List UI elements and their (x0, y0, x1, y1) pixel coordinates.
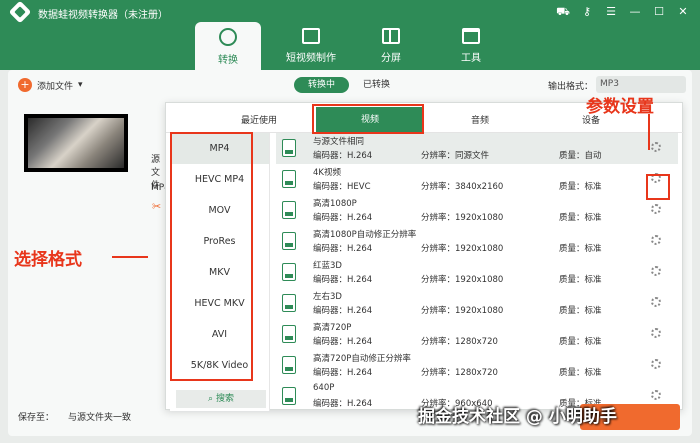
preset-file-icon (282, 170, 296, 188)
gear-icon[interactable] (651, 204, 661, 214)
format-arrow (112, 256, 148, 258)
param-arrow (648, 114, 650, 150)
tab-tools[interactable]: 工具 (431, 22, 511, 70)
gear-icon[interactable] (651, 328, 661, 338)
gear-highlight (646, 174, 670, 200)
format-list-highlight (170, 132, 253, 381)
search-icon: ⌕ (208, 394, 216, 404)
format-search-button[interactable]: ⌕ 搜索 (176, 390, 266, 408)
preset-row[interactable]: 高清720P自动修正分辨率 编码器：H.264 分辨率：1280x720 质量：… (276, 350, 678, 381)
plus-icon: + (18, 78, 32, 92)
main-tabs: 转换 短视频制作 分屏 工具 (195, 22, 511, 70)
param-annotation: 参数设置 (586, 97, 654, 117)
preset-row[interactable]: 高清1080P 编码器：H.264 分辨率：1920x1080 质量：标准 (276, 195, 678, 226)
preset-row[interactable]: 高清1080P自动修正分辨率 编码器：H.264 分辨率：1920x1080 质… (276, 226, 678, 257)
toolbox-icon (462, 28, 480, 44)
preset-file-icon (282, 294, 296, 312)
maximize-icon[interactable]: ☐ (652, 5, 666, 20)
preset-file-icon (282, 356, 296, 374)
converted-toggle[interactable]: 已转换 (349, 77, 404, 93)
status-toggle: 转换中 已转换 (294, 77, 404, 93)
film-icon (302, 28, 320, 44)
gear-icon[interactable] (651, 297, 661, 307)
tab-short-video[interactable]: 短视频制作 (271, 22, 351, 70)
preset-row[interactable]: 左右3D 编码器：H.264 分辨率：1920x1080 质量：标准 (276, 288, 678, 319)
preset-file-icon (282, 325, 296, 343)
preset-file-icon (282, 201, 296, 219)
convert-icon (219, 28, 237, 46)
video-tab-highlight (312, 104, 424, 134)
tab-recent[interactable]: 最近使用 (241, 113, 277, 126)
chevron-down-icon: ▾ (78, 80, 83, 90)
save-location: 保存至： 与源文件夹一致 (18, 410, 131, 423)
close-icon[interactable]: ✕ (676, 5, 690, 20)
file-item: 源文件 MP4 ✂ (18, 110, 170, 213)
key-icon[interactable]: ⚷ (580, 5, 594, 20)
gear-icon[interactable] (651, 359, 661, 369)
preset-row[interactable]: 高清720P 编码器：H.264 分辨率：1280x720 质量：标准 (276, 319, 678, 350)
output-format-select[interactable]: MP3 (596, 76, 686, 93)
gear-icon[interactable] (651, 390, 661, 400)
watermark: 掘金技术社区 @ 小明助手 (418, 407, 617, 427)
window-controls: ⛟ ⚷ ☰ — ☐ ✕ (556, 5, 690, 20)
preset-file-icon (282, 139, 296, 157)
preset-file-icon (282, 387, 296, 405)
preset-row[interactable]: 红蓝3D 编码器：H.264 分辨率：1920x1080 质量：标准 (276, 257, 678, 288)
gear-icon[interactable] (651, 266, 661, 276)
preset-file-icon (282, 232, 296, 250)
preset-row[interactable]: 4K视频 编码器：HEVC 分辨率：3840x2160 质量：标准 (276, 164, 678, 195)
preset-row[interactable]: 与源文件相同 编码器：H.264 分辨率：同源文件 质量：自动 (276, 133, 678, 164)
gear-icon[interactable] (651, 235, 661, 245)
save-label: 保存至： (18, 413, 55, 423)
app-logo-icon (8, 0, 32, 24)
gear-icon[interactable] (651, 142, 661, 152)
preset-file-icon (282, 263, 296, 281)
save-path[interactable]: 与源文件夹一致 (68, 410, 131, 423)
tab-convert[interactable]: 转换 (195, 22, 261, 70)
output-format-label: 输出格式： (548, 82, 594, 92)
select-format-annotation: 选择格式 (14, 250, 82, 270)
split-screen-icon (382, 28, 400, 44)
app-title: 数据蛙视频转换器（未注册） (38, 10, 168, 21)
minimize-icon[interactable]: — (628, 5, 642, 20)
tab-audio[interactable]: 音频 (471, 113, 489, 126)
preset-list: 与源文件相同 编码器：H.264 分辨率：同源文件 质量：自动 4K视频 编码器… (276, 133, 678, 411)
add-file-button[interactable]: + 添加文件 ▾ (18, 78, 83, 92)
scissors-icon[interactable]: ✂ (152, 200, 161, 213)
title-bar: 数据蛙视频转换器（未注册） ⛟ ⚷ ☰ — ☐ ✕ 转换 短视频制作 分屏 工具 (0, 0, 700, 70)
video-thumbnail[interactable] (24, 114, 128, 172)
menu-icon[interactable]: ☰ (604, 5, 618, 20)
tab-split-screen[interactable]: 分屏 (351, 22, 431, 70)
cart-icon[interactable]: ⛟ (556, 5, 570, 20)
converting-toggle[interactable]: 转换中 (294, 77, 350, 93)
